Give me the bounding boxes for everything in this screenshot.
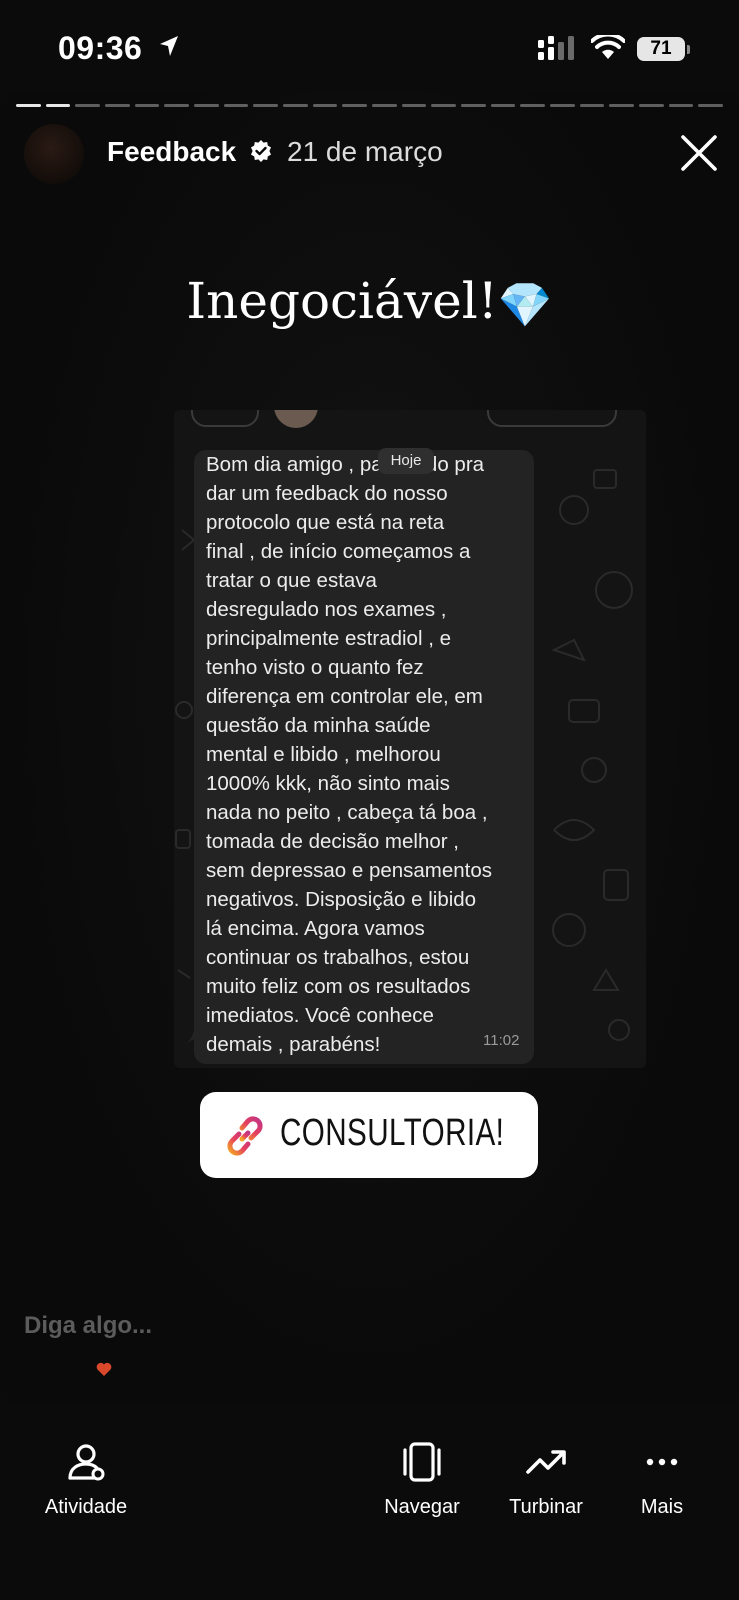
close-icon[interactable] [680,134,718,172]
progress-segment [520,104,546,107]
verified-badge-icon [251,140,271,162]
progress-segment [461,104,486,107]
story-progress-bar [16,104,724,107]
progress-segment [401,104,427,107]
progress-segment [75,104,101,107]
navigate-icon [403,1442,441,1482]
bubble-tail [186,1028,206,1044]
status-bar: 09:36 71 [0,0,739,92]
navigate-button[interactable]: Navegar [374,1440,470,1519]
reply-input[interactable]: Diga algo... [24,1312,152,1340]
headline-text: Inegociável! [186,272,498,330]
link-icon [227,1116,263,1156]
progress-segment [134,104,160,107]
progress-segment [164,104,190,107]
progress-segment [253,104,279,107]
link-sticker-label: CONSULTORIA! [280,1112,505,1154]
more-button[interactable]: Mais [626,1440,698,1519]
boost-button[interactable]: Turbinar [496,1440,596,1519]
activity-label: Atividade [44,1496,128,1518]
progress-segment [342,104,368,107]
progress-segment [668,104,694,107]
heart-icon [96,1362,112,1376]
battery-icon: 71 [637,37,685,61]
story-username[interactable]: Feedback [107,136,236,168]
progress-segment [579,104,605,107]
progress-segment [105,104,130,107]
date-badge: Hoje [378,448,434,474]
message-text: Bom dia amigo , passando pra dar um feed… [206,453,493,1056]
progress-segment [698,104,724,107]
progress-segment [45,104,71,107]
progress-segment [283,104,308,107]
navigate-label: Navegar [384,1496,460,1518]
boost-label: Turbinar [509,1496,583,1518]
message-time: 11:02 [483,1032,520,1049]
progress-segment [639,104,664,107]
progress-segment [372,104,397,107]
clock: 09:36 [58,30,143,66]
story-date: 21 de março [287,136,443,167]
avatar[interactable] [24,124,84,184]
chat-header-partial [191,410,617,428]
story-viewer[interactable]: Feedback 21 de março Inegociável!💎 Bom d… [0,92,739,1404]
activity-button[interactable]: Atividade [36,1440,136,1519]
story-headline: Inegociável!💎 [0,272,739,331]
progress-segment [609,104,635,107]
progress-segment [490,104,516,107]
progress-segment [550,104,575,107]
progress-segment [16,104,41,107]
more-icon [646,1458,678,1466]
location-arrow-icon [160,36,178,56]
gem-emoji-icon: 💎 [497,280,553,331]
progress-segment [431,104,457,107]
activity-icon [68,1444,105,1481]
trending-up-icon [526,1450,566,1474]
progress-segment [194,104,219,107]
bottom-action-bar: Atividade Navegar Turbinar Mais [0,1404,739,1600]
link-sticker[interactable]: CONSULTORIA! [200,1092,538,1178]
more-label: Mais [640,1496,684,1518]
progress-segment [223,104,249,107]
battery-nub [687,45,690,54]
progress-segment [312,104,338,107]
cellular-signal-icon [538,36,574,60]
wifi-icon [591,35,625,59]
